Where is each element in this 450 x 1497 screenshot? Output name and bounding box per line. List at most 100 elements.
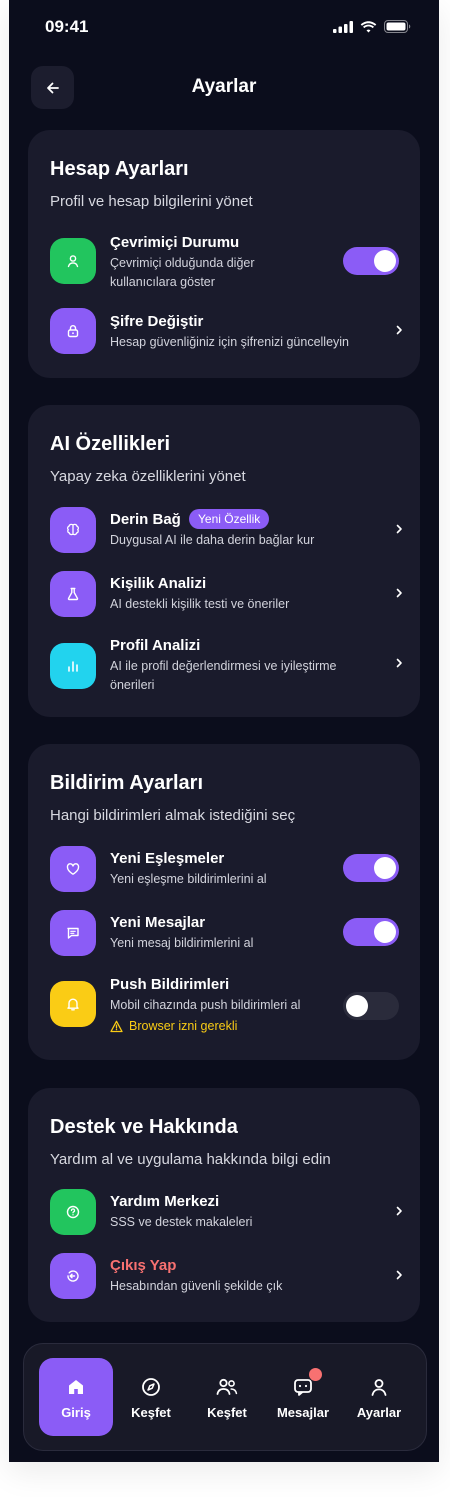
flask-icon [67,587,79,601]
wifi-icon [360,20,377,32]
chevron-right-icon [391,585,407,601]
page-title: Ayarlar [191,76,257,97]
section-title: AI Özellikleri [50,433,171,455]
logout-row[interactable]: Çıkış Yap Hesabından güvenli şekilde çık [50,1253,402,1299]
phone-screen: 09:41 Ayarlar Hesap Ayarları Profil ve h… [9,0,439,1462]
new-messages-row: Yeni Mesajlar Yeni mesaj bildirimlerini … [50,910,400,956]
deep-bond-label: Derin Bağ [110,511,181,528]
section-title: Destek ve Hakkında [50,1116,238,1138]
bell-icon [67,998,79,1011]
brain-icon [66,523,80,536]
notification-settings-card: Bildirim Ayarları Hangi bildirimleri alm… [28,744,420,1060]
signal-icon [333,20,353,33]
nav-label: Giriş [61,1405,91,1420]
help-center-icon-bg [50,1189,96,1235]
new-feature-badge: Yeni Özellik [189,509,270,529]
nav-item-settings[interactable]: Ayarlar [342,1358,416,1436]
new-matches-row: Yeni Eşleşmeler Yeni eşleşme bildirimler… [50,846,400,892]
help-circle-icon [66,1205,80,1219]
personality-analysis-icon-bg [50,571,96,617]
online-status-row: Çevrimiçi Durumu Çevrimiçi olduğunda diğ… [50,234,400,292]
status-icons [333,20,411,33]
toggle-knob [374,857,396,879]
chevron-right-icon [391,1203,407,1219]
nav-item-discover-people[interactable]: Keşfet [190,1358,264,1436]
push-notifications-label: Push Bildirimleri [110,976,230,993]
new-matches-toggle[interactable] [343,854,399,882]
push-notifications-row: Push Bildirimleri Mobil cihazında push b… [50,976,400,1041]
ai-features-card: AI Özellikleri Yapay zeka özelliklerini … [28,405,420,717]
new-messages-desc: Yeni mesaj bildirimlerini al [110,936,254,950]
change-password-row[interactable]: Şifre Değiştir Hesap güvenliğiniz için ş… [50,308,402,354]
help-center-label: Yardım Merkezi [110,1193,220,1210]
deep-bond-desc: Duygusal AI ile daha derin bağlar kur [110,533,315,547]
online-status-icon-bg [50,238,96,284]
help-center-desc: SSS ve destek makaleleri [110,1215,253,1229]
toggle-knob [374,250,396,272]
status-time: 09:41 [45,17,89,36]
nav-label: Keşfet [207,1405,247,1420]
chevron-right-icon [391,521,407,537]
bottom-navigation: Giriş Keşfet Keşfet Mesajlar Ayarlar [23,1343,427,1451]
section-subtitle: Yardım al ve uygulama hakkında bilgi edi… [50,1151,331,1168]
nav-item-discover[interactable]: Keşfet [114,1358,188,1436]
profile-icon [371,1379,387,1396]
top-header: Ayarlar [9,64,439,110]
account-settings-card: Hesap Ayarları Profil ve hesap bilgileri… [28,130,420,378]
deep-bond-icon-bg [50,507,96,553]
push-notifications-desc: Mobil cihazında push bildirimleri al [110,998,301,1012]
new-matches-icon-bg [50,846,96,892]
personality-analysis-desc: AI destekli kişilik testi ve öneriler [110,597,290,611]
browser-permission-warning: Browser izni gerekli [110,1019,237,1033]
online-status-toggle[interactable] [343,247,399,275]
section-subtitle: Hangi bildirimleri almak istediğini seç [50,807,296,824]
logout-desc: Hesabından güvenli şekilde çık [110,1279,283,1293]
online-status-desc: Çevrimiçi olduğunda diğer kullanıcılara … [110,256,255,289]
personality-analysis-label: Kişilik Analizi [110,575,207,592]
browser-permission-text: Browser izni gerekli [129,1019,238,1033]
help-center-row[interactable]: Yardım Merkezi SSS ve destek makaleleri [50,1189,402,1235]
nav-label: Mesajlar [276,1405,330,1420]
chevron-right-icon [391,1267,407,1283]
chevron-right-icon [391,322,407,338]
profile-analysis-desc: AI ile profil değerlendirmesi ve iyileşt… [110,659,337,692]
section-title: Hesap Ayarları [50,158,189,180]
section-title: Bildirim Ayarları [50,772,204,794]
online-status-label: Çevrimiçi Durumu [110,234,240,251]
profile-analysis-row[interactable]: Profil Analizi AI ile profil değerlendir… [50,637,402,697]
logout-icon-bg [50,1253,96,1299]
toggle-knob [374,921,396,943]
logout-icon [67,1270,79,1282]
new-messages-toggle[interactable] [343,918,399,946]
push-notifications-toggle[interactable] [343,992,399,1020]
deep-bond-row[interactable]: Derin Bağ Yeni Özellik Duygusal AI ile d… [50,507,402,553]
battery-icon [384,20,411,33]
user-icon [67,255,79,268]
logout-label: Çıkış Yap [110,1257,177,1274]
nav-item-messages[interactable]: Mesajlar [266,1358,340,1436]
heart-icon [66,863,80,875]
new-messages-icon-bg [50,910,96,956]
change-password-label: Şifre Değiştir [110,313,204,330]
bar-chart-icon [68,661,78,672]
section-subtitle: Yapay zeka özelliklerini yönet [50,468,246,485]
new-matches-desc: Yeni eşleşme bildirimlerini al [110,872,267,886]
chevron-right-icon [391,655,407,671]
nav-label: Ayarlar [356,1405,402,1420]
push-notifications-icon-bg [50,981,96,1027]
users-icon [216,1378,238,1395]
notification-dot [309,1368,322,1381]
change-password-desc: Hesap güvenliğiniz için şifrenizi güncel… [110,335,350,349]
lock-icon [67,325,79,338]
personality-analysis-row[interactable]: Kişilik Analizi AI destekli kişilik test… [50,571,402,617]
profile-analysis-icon-bg [50,643,96,689]
profile-analysis-label: Profil Analizi [110,637,201,654]
nav-item-home[interactable]: Giriş [39,1358,113,1436]
new-messages-label: Yeni Mesajlar [110,914,206,931]
nav-label: Keşfet [131,1405,171,1420]
section-subtitle: Profil ve hesap bilgilerini yönet [50,193,253,210]
toggle-knob [346,995,368,1017]
message-icon [67,927,79,939]
change-password-icon-bg [50,308,96,354]
home-icon [69,1380,83,1394]
